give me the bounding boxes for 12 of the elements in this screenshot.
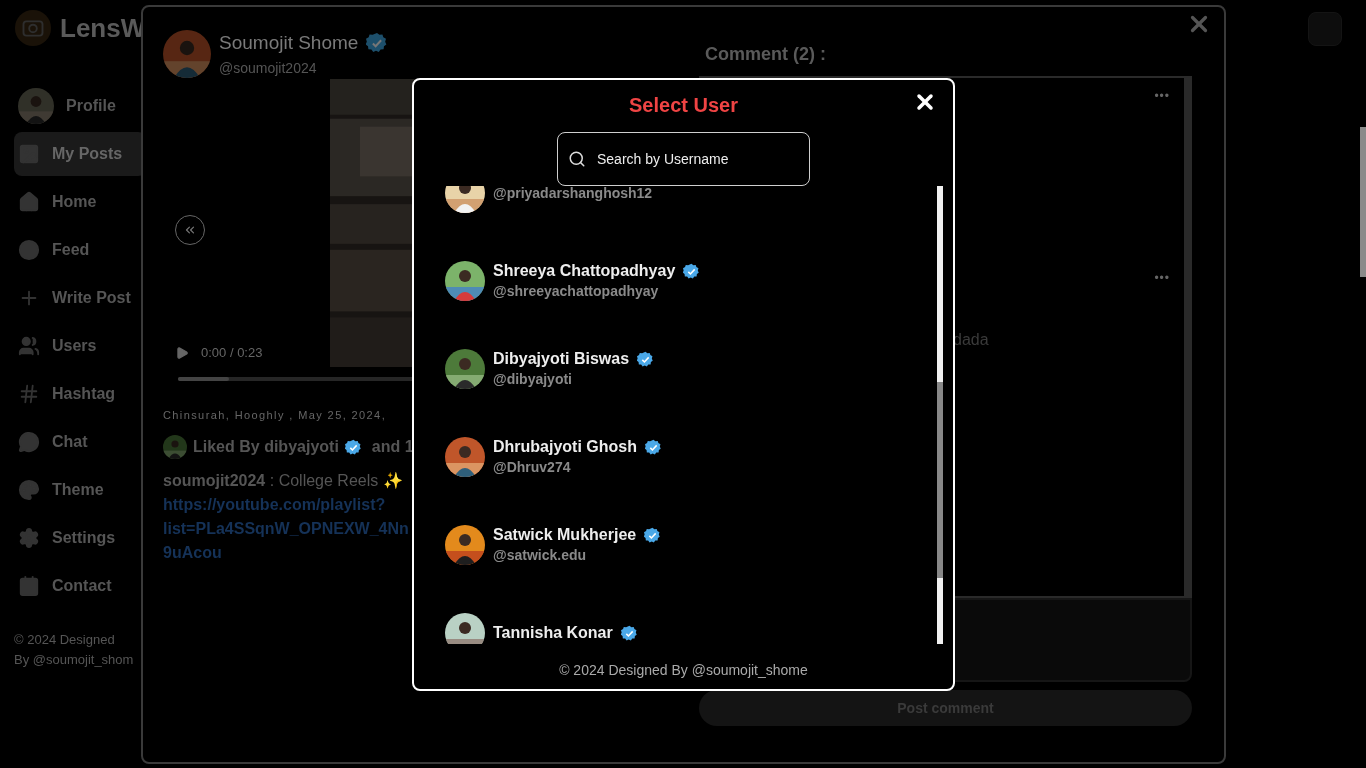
- liked-by-text: Liked By dibyajyoti: [193, 437, 339, 457]
- footer-text: © 2024 Designed: [14, 631, 116, 649]
- author-name: Soumojit Shome: [219, 31, 359, 55]
- comment-text: dada: [953, 330, 990, 350]
- comments-title: Comment (2) :: [705, 43, 827, 66]
- dialog-footer: © 2024 Designed By @soumojit_shome: [559, 660, 808, 681]
- caption-text: soumojit2024 : College Reels ✨: [163, 471, 403, 491]
- liked-count-text: and 1: [371, 437, 414, 457]
- author-handle: @soumojit2024: [219, 58, 318, 78]
- video-time: 0:00 / 0:23: [201, 344, 263, 362]
- location-date: Chinsurah, Hooghly , May 25, 2024,: [163, 407, 388, 423]
- footer-text: By @soumojit_shom: [14, 651, 135, 669]
